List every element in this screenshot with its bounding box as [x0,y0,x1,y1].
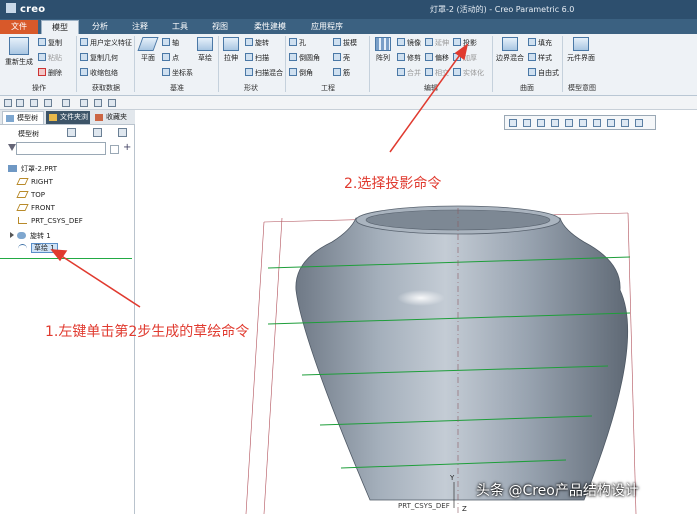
arrow-to-sketch [59,254,141,308]
annotation-step1: 1.左键单击第2步生成的草绘命令 [45,324,250,340]
watermark: 头条 @Creo产品结构设计 [476,483,639,499]
arrow-head [50,249,68,262]
annotation-arrows [50,43,469,308]
arrow-to-project [389,51,463,153]
annotation-step2: 2.选择投影命令 [344,176,442,192]
